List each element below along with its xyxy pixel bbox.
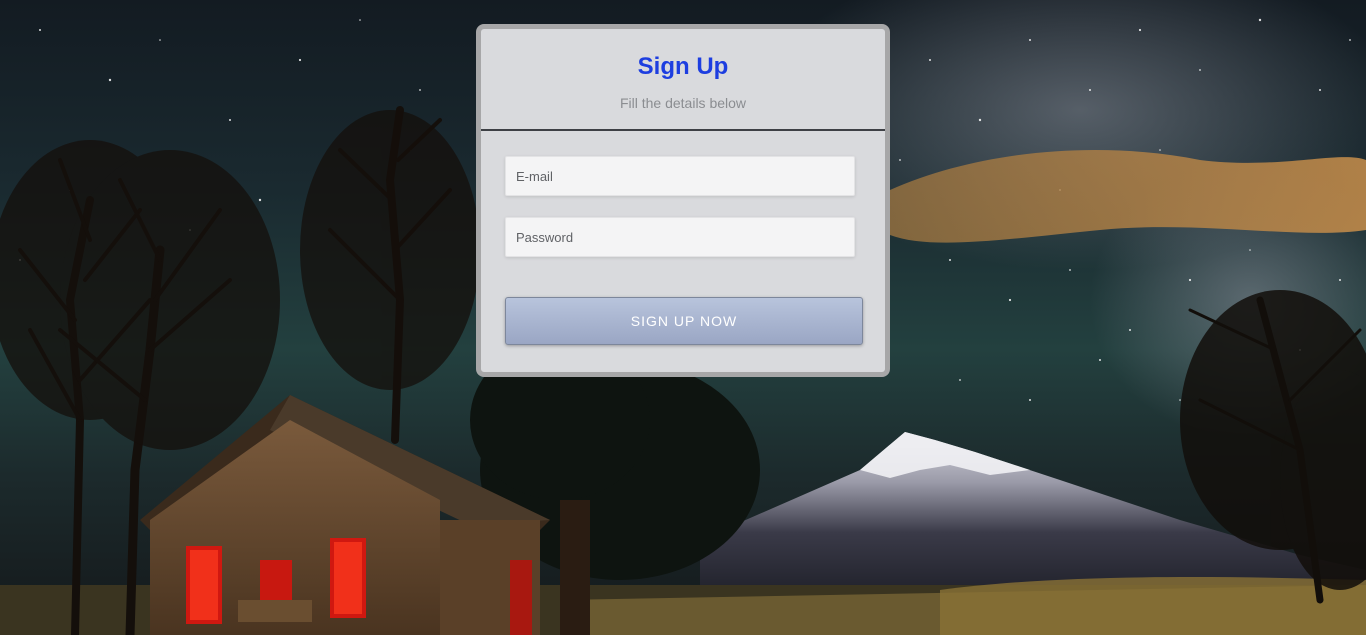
signup-card: Sign Up Fill the details below SIGN UP N…: [476, 24, 890, 377]
signup-card-header: Sign Up Fill the details below: [481, 29, 885, 131]
sign-up-now-button[interactable]: SIGN UP NOW: [505, 297, 863, 345]
signup-title: Sign Up: [637, 53, 729, 80]
password-field[interactable]: [505, 217, 855, 257]
email-field[interactable]: [505, 156, 855, 196]
signup-subtitle: Fill the details below: [619, 95, 747, 111]
